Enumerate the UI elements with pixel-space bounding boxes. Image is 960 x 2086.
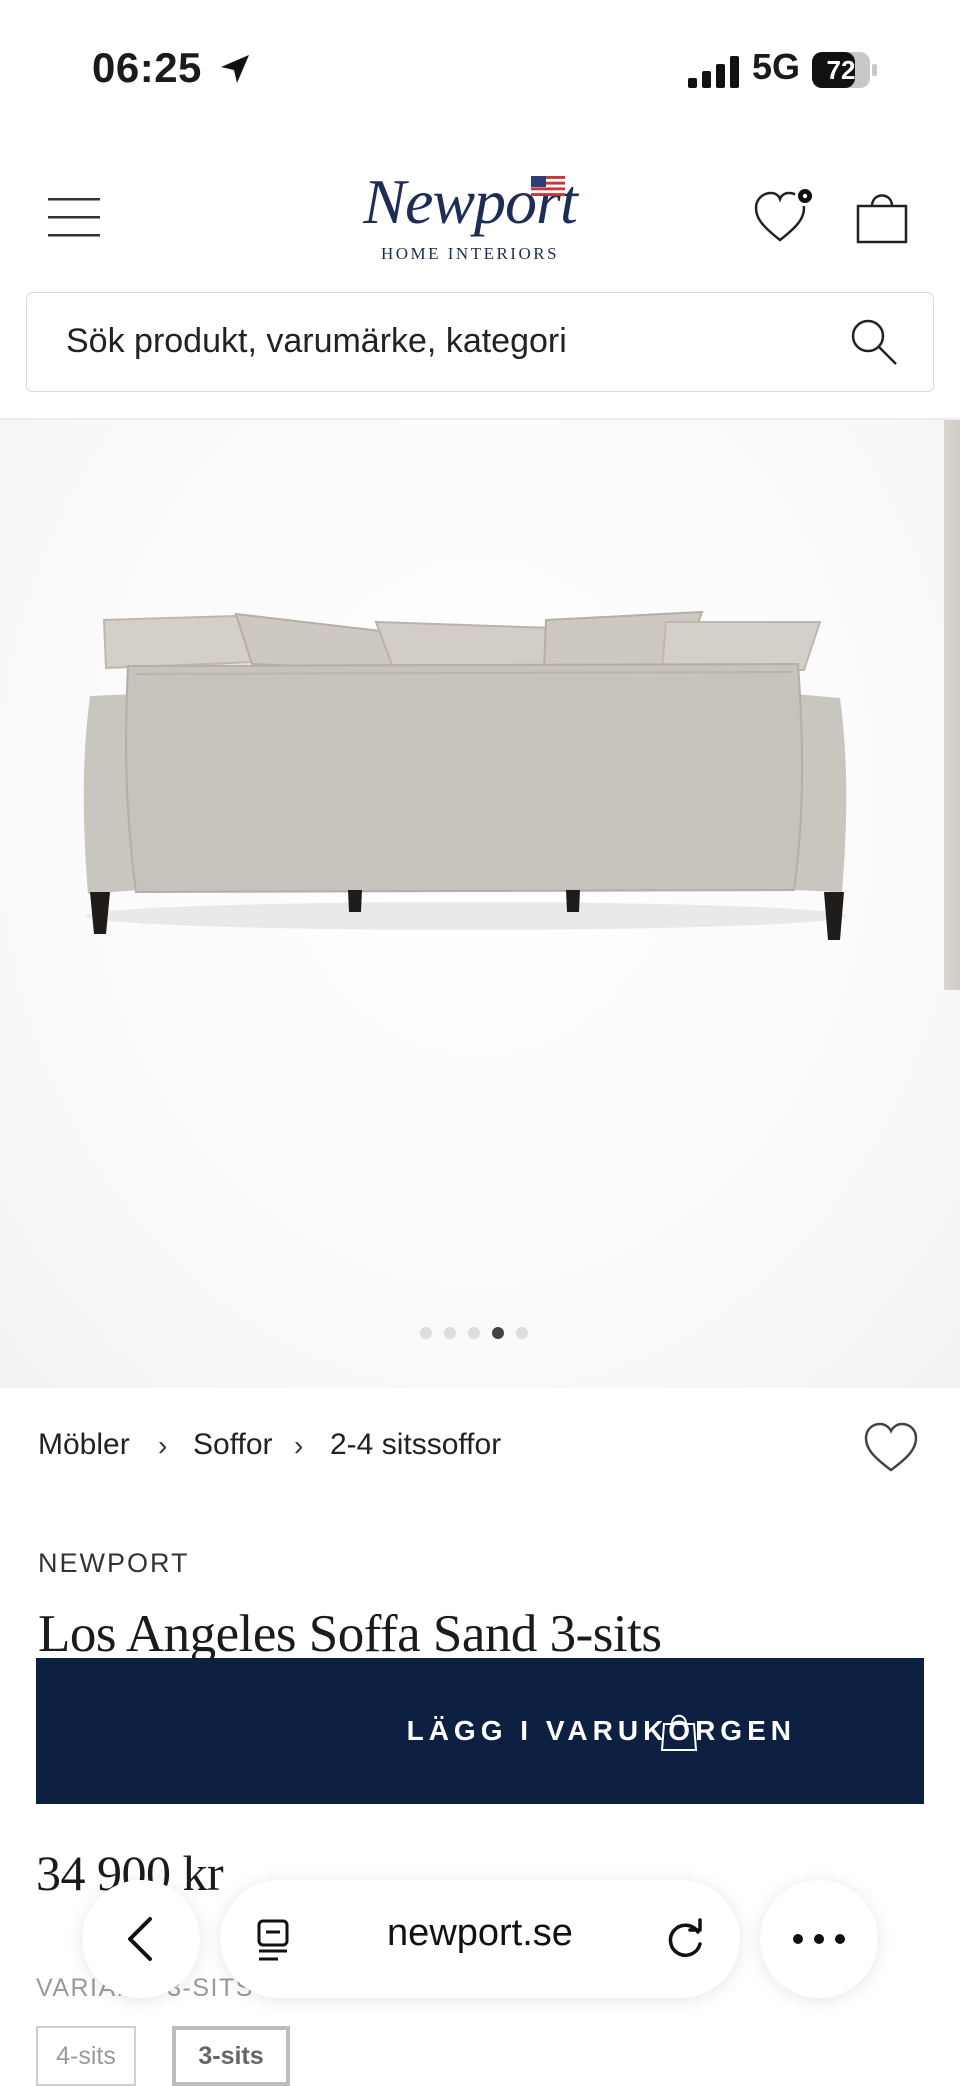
product-title: Los Angeles Soffa Sand 3-sits [38, 1605, 662, 1663]
logo-subtitle: HOME INTERIORS [380, 244, 560, 263]
reload-icon[interactable] [664, 1918, 708, 1962]
carousel-dot[interactable] [492, 1327, 504, 1339]
more-icon [793, 1934, 845, 1944]
search-icon[interactable] [848, 316, 900, 368]
search-placeholder: Sök produkt, varumärke, kategori [66, 322, 567, 360]
breadcrumb-separator: › [158, 1430, 168, 1461]
carousel-dot[interactable] [468, 1327, 480, 1339]
next-image-peek [944, 420, 960, 990]
browser-url[interactable]: newport.se [300, 1912, 660, 1955]
flag-icon [531, 176, 565, 196]
back-chevron-icon [128, 1917, 152, 1961]
breadcrumb-item-mobler[interactable]: Möbler [38, 1428, 130, 1462]
favorite-heart-icon[interactable] [862, 1420, 920, 1476]
carousel-dots[interactable] [420, 1326, 540, 1340]
shopping-bag-icon [660, 1714, 698, 1751]
breadcrumb-separator: › [294, 1430, 304, 1461]
logo-script: Newport [363, 166, 577, 237]
product-image-sofa [83, 610, 847, 940]
carousel-dot[interactable] [420, 1327, 432, 1339]
network-type: 5G [752, 46, 801, 87]
cart-bag-icon[interactable] [852, 186, 912, 246]
variant-option-4-sits[interactable]: 4-sits [36, 2026, 136, 2086]
variant-option-3-sits[interactable]: 3-sits [172, 2026, 290, 2086]
reader-icon[interactable] [256, 1918, 298, 1962]
battery-level: 72 [826, 55, 856, 85]
location-arrow-icon [221, 55, 249, 83]
wishlist-heart-icon[interactable] [752, 184, 822, 248]
signal-bars-icon [688, 56, 739, 88]
breadcrumb-item-soffor[interactable]: Soffor [193, 1428, 273, 1462]
menu-icon[interactable] [40, 188, 108, 244]
carousel-dot[interactable] [516, 1327, 528, 1339]
carousel-dot[interactable] [444, 1327, 456, 1339]
breadcrumb-item-2-4-sitssoffor[interactable]: 2-4 sitssoffor [330, 1428, 501, 1462]
status-time: 06:25 [92, 44, 202, 91]
product-brand[interactable]: NEWPORT [38, 1548, 190, 1579]
